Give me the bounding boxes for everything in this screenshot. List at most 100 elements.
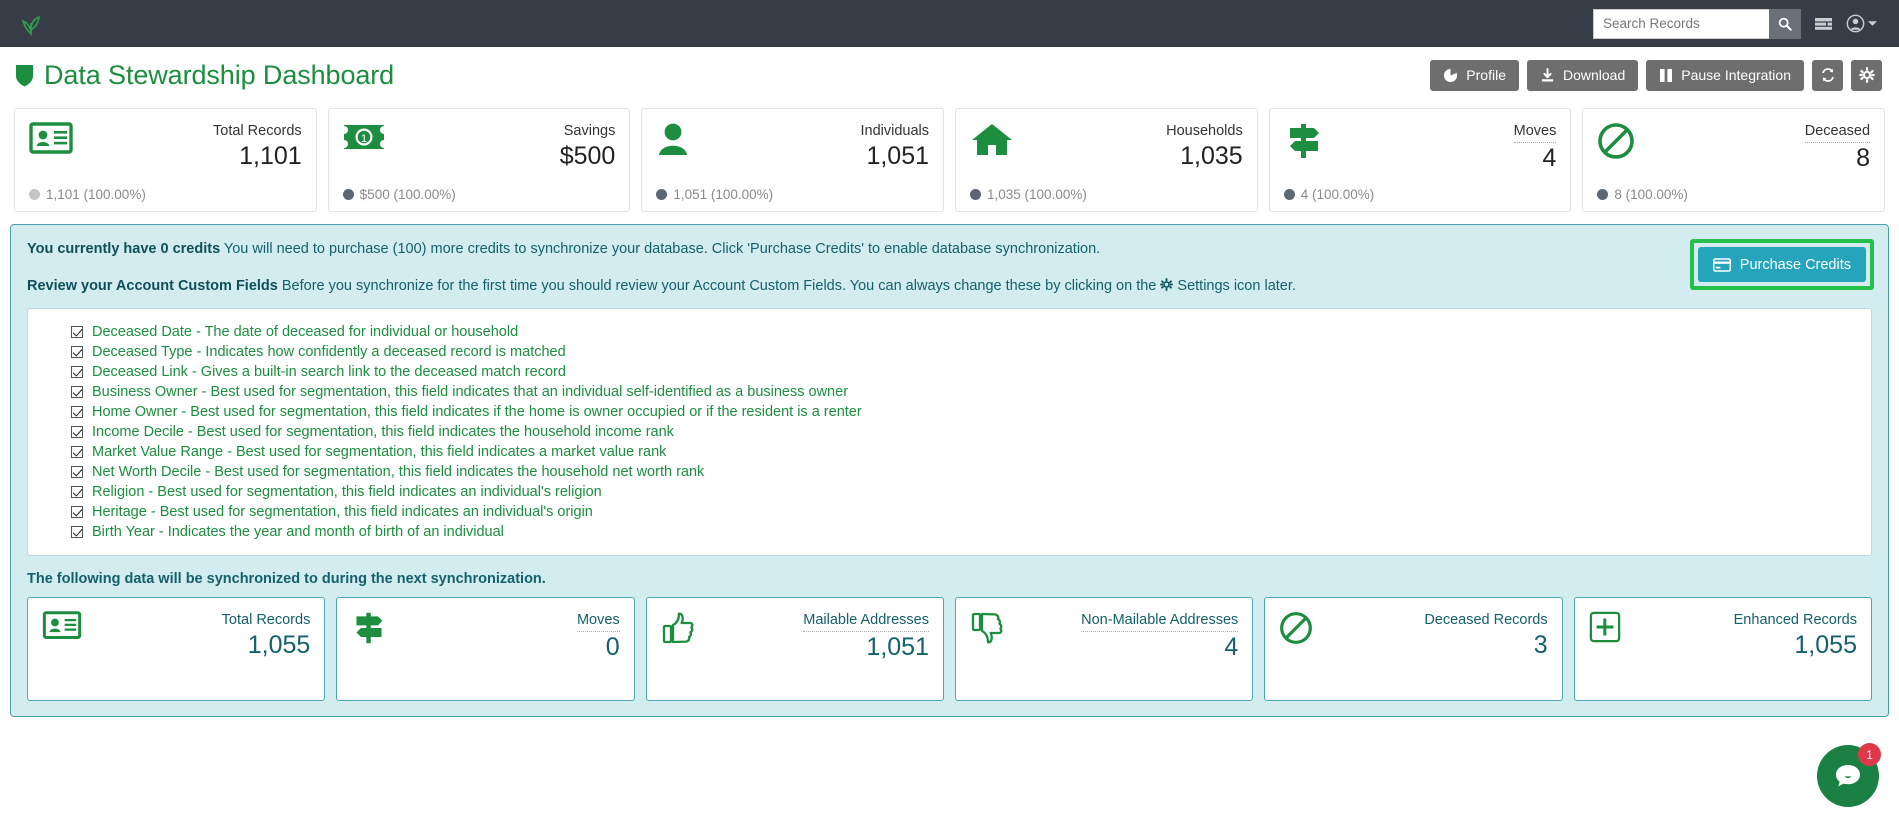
checkbox-icon[interactable] (71, 326, 83, 338)
custom-field-row[interactable]: Deceased Type - Indicates how confidentl… (28, 342, 1871, 362)
chevron-down-icon (1868, 21, 1877, 26)
pause-integration-button-label: Pause Integration (1681, 67, 1791, 83)
download-button-label: Download (1562, 67, 1626, 83)
stat-card-footer: 1,035 (100.00%) (970, 187, 1243, 202)
stat-card-savings[interactable]: 1 Savings $500 $500 (100.00%) (327, 108, 631, 212)
checkbox-icon[interactable] (71, 406, 83, 418)
sync-card-total-records[interactable]: Total Records 1,055 (27, 597, 326, 701)
sync-card-text: Moves 0 (576, 611, 620, 663)
account-menu-button[interactable] (1846, 14, 1877, 33)
sync-card-enhanced-records[interactable]: Enhanced Records 1,055 (1573, 597, 1872, 701)
pause-integration-button[interactable]: Pause Integration (1646, 59, 1804, 91)
sync-card-deceased-records[interactable]: Deceased Records 3 (1264, 597, 1563, 701)
refresh-button[interactable] (1812, 59, 1843, 91)
refresh-icon (1821, 68, 1834, 82)
stat-card-text: Savings $500 (560, 122, 616, 172)
chat-widget-button[interactable]: 1 (1817, 743, 1881, 807)
stat-card-individuals[interactable]: Individuals 1,051 1,051 (100.00%) (641, 108, 945, 212)
checkbox-icon[interactable] (71, 346, 83, 358)
search-group (1593, 8, 1801, 39)
download-icon (1541, 67, 1554, 81)
plus-square-icon (1589, 611, 1637, 643)
custom-field-row[interactable]: Income Decile - Best used for segmentati… (28, 422, 1871, 442)
search-button[interactable] (1769, 8, 1801, 39)
custom-field-row[interactable]: Religion - Best used for segmentation, t… (28, 482, 1871, 502)
house-icon (970, 122, 1018, 158)
review-fields-bold: Review your Account Custom Fields (27, 278, 278, 294)
custom-field-label: Home Owner - Best used for segmentation,… (92, 404, 862, 420)
checkbox-icon[interactable] (71, 386, 83, 398)
stat-card-value: 1,035 (1180, 142, 1243, 170)
apps-grid-icon (1815, 17, 1832, 30)
status-dot (342, 189, 354, 200)
search-icon (1778, 17, 1792, 31)
apps-grid-button[interactable] (1814, 16, 1833, 32)
custom-field-row[interactable]: Market Value Range - Best used for segme… (28, 442, 1871, 462)
custom-field-label: Income Decile - Best used for segmentati… (92, 424, 674, 440)
settings-button[interactable] (1851, 59, 1882, 91)
sync-card-moves[interactable]: Moves 0 (336, 597, 635, 701)
sync-card-label: Non-Mailable Addresses (1081, 611, 1239, 632)
purchase-credits-button[interactable]: Purchase Credits (1697, 247, 1866, 282)
custom-field-row[interactable]: Business Owner - Best used for segmentat… (28, 382, 1871, 402)
search-input[interactable] (1593, 8, 1769, 39)
sync-card-mailable-addresses[interactable]: Mailable Addresses 1,051 (645, 597, 944, 701)
stat-card-footer: 1,051 (100.00%) (656, 187, 929, 202)
page-title-text: Data Stewardship Dashboard (44, 59, 395, 90)
status-dot (29, 189, 40, 200)
stat-card-footer: 8 (100.00%) (1597, 187, 1870, 202)
svg-text:1: 1 (361, 133, 367, 145)
stat-card-text: Moves 4 (1513, 122, 1557, 174)
checkbox-icon[interactable] (71, 446, 83, 458)
stat-card-moves[interactable]: Moves 4 4 (100.00%) (1268, 108, 1572, 212)
stat-card-value: 4 (1542, 144, 1557, 172)
stat-cards-row: Total Records 1,101 1,101 (100.00%) 1 Sa… (0, 108, 1899, 212)
sprout-leaf-logo[interactable] (14, 7, 48, 41)
checkbox-icon[interactable] (71, 486, 83, 498)
status-dot (970, 189, 982, 200)
sync-card-text: Total Records 1,055 (222, 611, 311, 661)
stat-card-value: $500 (559, 142, 616, 170)
custom-field-label: Heritage - Best used for segmentation, t… (92, 504, 593, 520)
thumbs-up-icon (661, 611, 709, 645)
credits-notice-rest: You will need to purchase (100) more cre… (220, 241, 1101, 257)
stat-card-top: Moves 4 (1284, 122, 1557, 174)
sync-card-label: Mailable Addresses (803, 611, 929, 632)
custom-field-row[interactable]: Birth Year - Indicates the year and mont… (28, 522, 1871, 542)
sync-card-value: 1,051 (866, 633, 929, 661)
thumbs-down-icon (970, 611, 1018, 645)
custom-field-row[interactable]: Deceased Link - Gives a built-in search … (28, 362, 1871, 382)
credits-notice-bold: You currently have 0 credits (27, 241, 221, 257)
sync-card-non-mailable-addresses[interactable]: Non-Mailable Addresses 4 (954, 597, 1254, 701)
profile-button[interactable]: Profile (1430, 59, 1519, 91)
shield-icon (16, 64, 33, 86)
stat-card-footer-text: 4 (100.00%) (1300, 187, 1375, 202)
sync-card-value: 3 (1533, 631, 1548, 659)
stat-card-households[interactable]: Households 1,035 1,035 (100.00%) (955, 108, 1258, 212)
top-navbar (0, 0, 1899, 47)
sync-card-text: Non-Mailable Addresses 4 (1081, 611, 1239, 663)
download-button[interactable]: Download (1526, 59, 1639, 91)
checkbox-icon[interactable] (71, 466, 83, 478)
stat-card-text: Households 1,035 (1166, 122, 1243, 172)
stat-card-value: 1,051 (866, 142, 930, 170)
custom-field-row[interactable]: Home Owner - Best used for segmentation,… (28, 402, 1871, 422)
custom-field-row[interactable]: Net Worth Decile - Best used for segment… (28, 462, 1871, 482)
custom-field-row[interactable]: Heritage - Best used for segmentation, t… (28, 502, 1871, 522)
stat-card-label: Individuals (860, 123, 930, 139)
stat-card-footer: $500 (100.00%) (342, 187, 616, 202)
checkbox-icon[interactable] (71, 366, 83, 378)
review-fields-rest-a: Before you synchronize for the first tim… (277, 278, 1161, 294)
custom-field-row[interactable]: Deceased Date - The date of deceased for… (28, 322, 1871, 342)
stat-card-total-records[interactable]: Total Records 1,101 1,101 (100.00%) (14, 108, 317, 212)
stat-card-text: Individuals 1,051 (861, 122, 930, 172)
sync-section-title: The following data will be synchronized … (27, 571, 546, 587)
stat-card-footer-text: 1,035 (100.00%) (987, 187, 1087, 202)
checkbox-icon[interactable] (71, 426, 83, 438)
checkbox-icon[interactable] (71, 506, 83, 518)
page-title: Data Stewardship Dashboard (14, 60, 394, 91)
header-actions: Profile Download Pause Integration (1430, 59, 1882, 91)
review-fields-notice: Review your Account Custom Fields Before… (27, 276, 1872, 297)
checkbox-icon[interactable] (71, 526, 83, 538)
stat-card-deceased[interactable]: Deceased 8 8 (100.00%) (1582, 108, 1886, 212)
